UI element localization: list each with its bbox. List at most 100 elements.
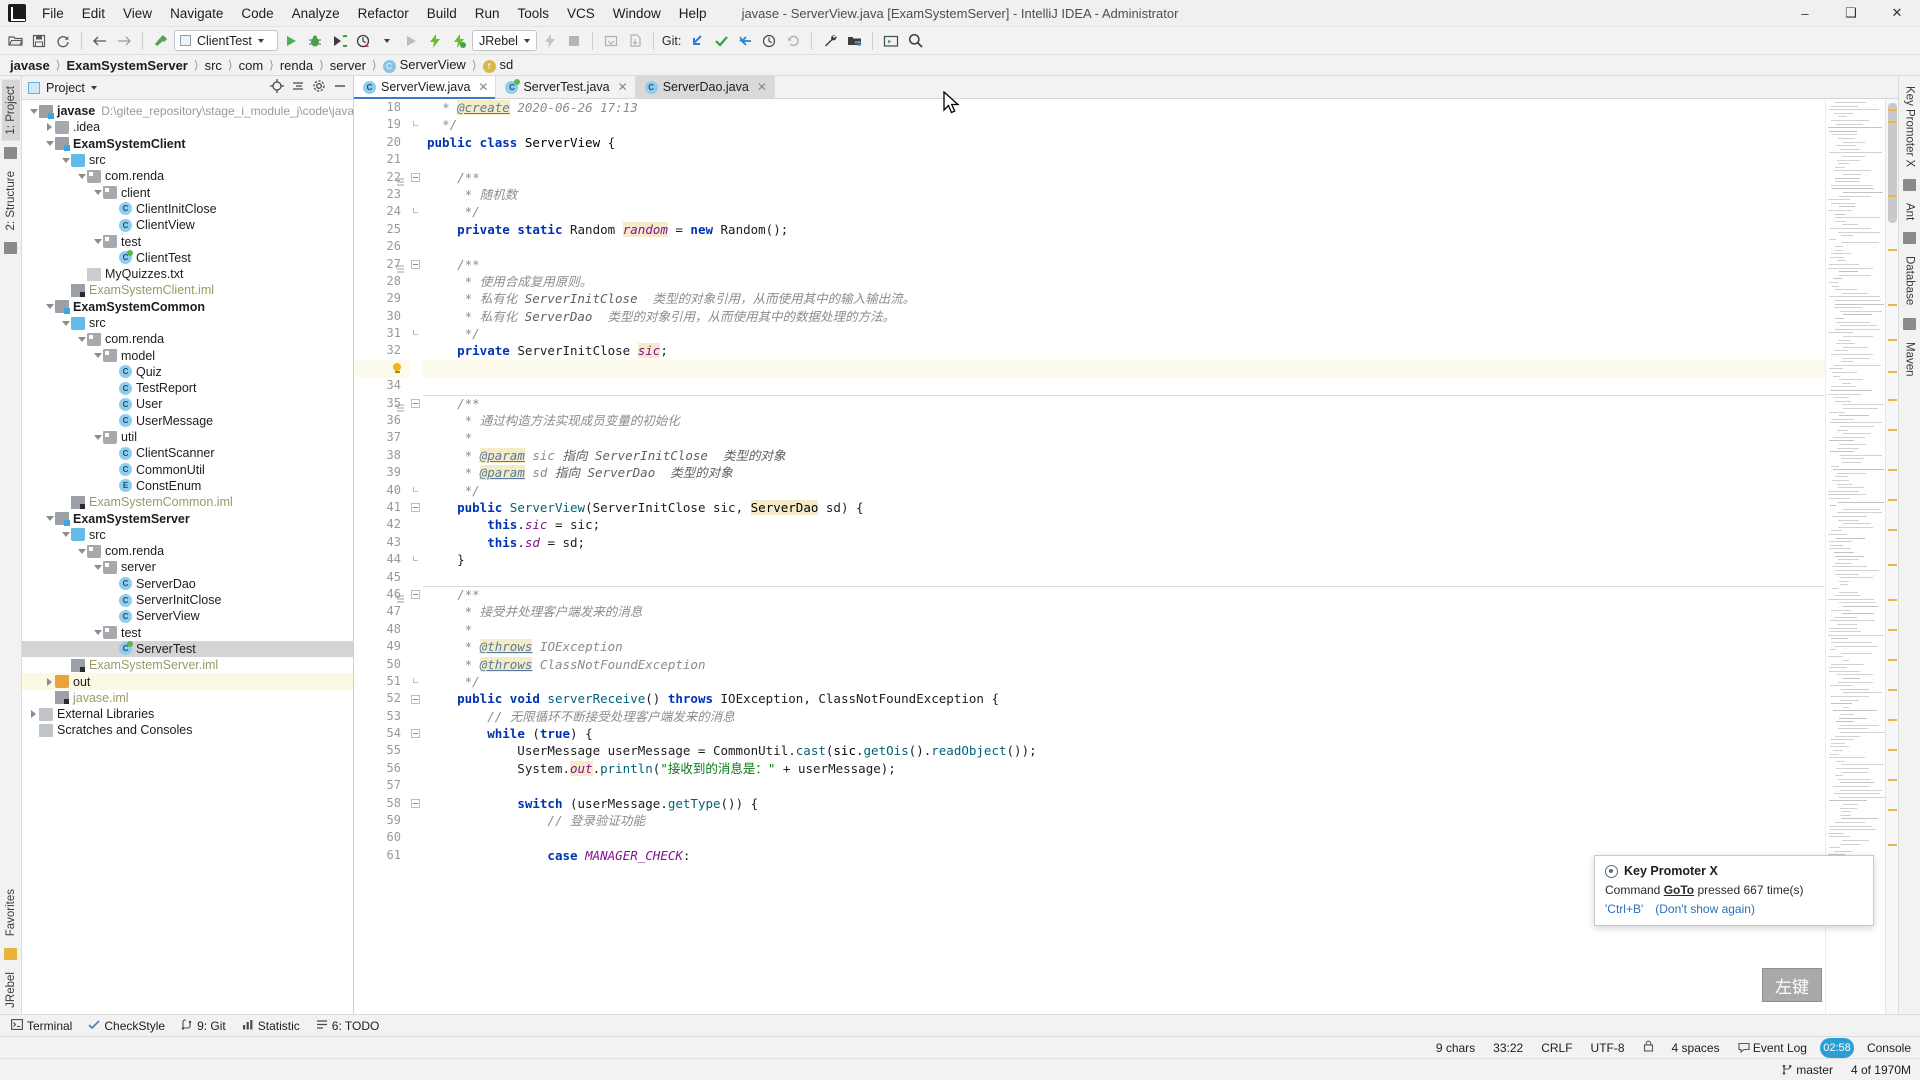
fold-collapse-icon[interactable] (411, 398, 420, 408)
tree-node-examsystemserver[interactable]: ExamSystemServer (22, 510, 353, 527)
tool-window-project[interactable]: 1: Project (1, 80, 20, 141)
chevron-down-icon[interactable] (92, 236, 103, 247)
line-number-54[interactable]: 54 (354, 725, 409, 742)
code-line-41[interactable]: public ServerView(ServerInitClose sic, S… (423, 499, 1825, 516)
breadcrumb-item-src[interactable]: src (201, 57, 226, 74)
code-line-60[interactable] (423, 829, 1825, 846)
code-line-57[interactable] (423, 777, 1825, 794)
forward-icon[interactable] (113, 30, 135, 52)
code-line-34[interactable] (423, 377, 1825, 394)
tree-node-commonutil[interactable]: C CommonUtil (22, 462, 353, 478)
line-number-25[interactable]: 25 (354, 221, 409, 238)
run-button[interactable] (280, 30, 302, 52)
tree-node-serverdao[interactable]: C ServerDao (22, 576, 353, 592)
menu-refactor[interactable]: Refactor (349, 2, 418, 25)
line-number-59[interactable]: 59 (354, 812, 409, 829)
breadcrumb-item-examsystemserver[interactable]: ExamSystemServer (62, 57, 191, 74)
code-line-31[interactable]: */ (423, 325, 1825, 342)
code-line-58[interactable]: switch (userMessage.getType()) { (423, 795, 1825, 812)
fold-collapse-icon[interactable] (411, 590, 420, 600)
menu-bar[interactable]: File Edit View Navigate Code Analyze Ref… (33, 2, 716, 25)
tree-node-myquizzes-txt[interactable]: MyQuizzes.txt (22, 266, 353, 282)
update-project-icon[interactable] (600, 30, 622, 52)
git-update-icon[interactable] (686, 30, 708, 52)
chevron-down-icon[interactable] (44, 513, 55, 524)
status-event-log[interactable]: Event Log (1729, 1039, 1816, 1057)
bottom-tab-checkstyle[interactable]: CheckStyle (81, 1017, 172, 1035)
error-stripe-mark[interactable] (1888, 529, 1897, 531)
code-line-48[interactable]: * (423, 621, 1825, 638)
line-number-23[interactable]: 23 (354, 186, 409, 203)
bottom-tab-todo[interactable]: 6: TODO (309, 1017, 387, 1035)
line-number-41[interactable]: 41 (354, 499, 409, 516)
collapse-all-icon[interactable] (291, 79, 305, 96)
editor-tabs[interactable]: C ServerView.java ✕ C ServerTest.java ✕ C Serve… (354, 76, 1898, 99)
code-line-26[interactable] (423, 238, 1825, 255)
error-stripe-mark[interactable] (1888, 719, 1897, 721)
chevron-right-icon[interactable] (44, 122, 55, 133)
code-line-50[interactable]: * @throws ClassNotFoundException (423, 656, 1825, 673)
favorites-strip-icon[interactable] (4, 948, 17, 961)
code-line-45[interactable] (423, 569, 1825, 586)
chevron-down-icon[interactable] (60, 318, 71, 329)
tree-node-serverview[interactable]: C ServerView (22, 608, 353, 624)
line-number-53[interactable]: 53 (354, 708, 409, 725)
menu-vcs[interactable]: VCS (558, 2, 604, 25)
status-console[interactable]: Console (1858, 1039, 1920, 1057)
close-icon[interactable]: ✕ (618, 80, 628, 94)
breadcrumb-item-server[interactable]: server (326, 57, 370, 74)
tree-node-external-libraries[interactable]: External Libraries (22, 706, 353, 722)
jrebel-run-icon[interactable] (424, 30, 446, 52)
close-icon[interactable]: ✕ (478, 80, 488, 94)
search-icon[interactable] (904, 30, 926, 52)
settings-wrench-icon[interactable] (819, 30, 841, 52)
code-line-36[interactable]: * 通过构造方法实现成员变量的初始化 (423, 412, 1825, 429)
code-line-21[interactable] (423, 151, 1825, 168)
line-number-28[interactable]: 28 (354, 273, 409, 290)
tree-node-serverinitclose[interactable]: C ServerInitClose (22, 592, 353, 608)
javadoc-marker-icon[interactable] (395, 591, 404, 603)
menu-code[interactable]: Code (232, 2, 282, 25)
tool-window-ant[interactable]: Ant (1901, 197, 1919, 226)
line-number-48[interactable]: 48 (354, 621, 409, 638)
code-line-40[interactable]: */ (423, 482, 1825, 499)
error-stripe-mark[interactable] (1888, 599, 1897, 601)
gear-icon[interactable] (312, 79, 326, 96)
code-line-30[interactable]: * 私有化 ServerDao 类型的对象引用，从而使用其中的数据处理的方法。 (423, 308, 1825, 325)
tree-node-servertest[interactable]: C ServerTest (22, 640, 353, 658)
git-commit-check-icon[interactable] (710, 30, 732, 52)
chevron-down-icon[interactable] (60, 529, 71, 540)
tree-node-com-renda[interactable]: com.renda (22, 331, 353, 347)
code-line-52[interactable]: public void serverReceive() throws IOExc… (423, 690, 1825, 707)
tree-node-com-renda[interactable]: com.renda (22, 168, 353, 184)
code-folding-column[interactable] (409, 99, 423, 1014)
tree-node-quiz[interactable]: C Quiz (22, 364, 353, 380)
tree-node-user[interactable]: C User (22, 396, 353, 412)
tree-node-usermessage[interactable]: C UserMessage (22, 413, 353, 429)
code-line-39[interactable]: * @param sd 指向 ServerDao 类型的对象 (423, 464, 1825, 481)
line-number-55[interactable]: 55 (354, 742, 409, 759)
code-line-55[interactable]: UserMessage userMessage = CommonUtil.cas… (423, 742, 1825, 759)
window-controls[interactable]: – ❑ ✕ (1782, 0, 1920, 27)
tree-node-examsystemcommon[interactable]: ExamSystemCommon (22, 299, 353, 315)
code-line-44[interactable]: } (423, 551, 1825, 568)
jrebel-selector[interactable]: JRebel (472, 30, 537, 51)
code-line-59[interactable]: // 登录验证功能 (423, 812, 1825, 829)
error-stripe-mark[interactable] (1888, 564, 1897, 566)
chevron-down-icon[interactable] (92, 350, 103, 361)
status-indent[interactable]: 4 spaces (1663, 1039, 1729, 1057)
open-project-icon[interactable] (4, 30, 26, 52)
tree-node-clientinitclose[interactable]: C ClientInitClose (22, 201, 353, 217)
line-number-43[interactable]: 43 (354, 534, 409, 551)
line-number-60[interactable]: 60 (354, 829, 409, 846)
scroll-from-source-icon[interactable] (270, 79, 284, 96)
save-all-icon[interactable] (28, 30, 50, 52)
code-line-53[interactable]: // 无限循环不断接受处理客户端发来的消息 (423, 708, 1825, 725)
tree-node--idea[interactable]: .idea (22, 119, 353, 135)
chevron-down-icon[interactable] (60, 155, 71, 166)
jrebel-debug-icon[interactable] (448, 30, 470, 52)
line-number-57[interactable]: 57 (354, 777, 409, 794)
line-number-45[interactable]: 45 (354, 569, 409, 586)
code-line-25[interactable]: private static Random random = new Rando… (423, 221, 1825, 238)
code-line-54[interactable]: while (true) { (423, 725, 1825, 742)
